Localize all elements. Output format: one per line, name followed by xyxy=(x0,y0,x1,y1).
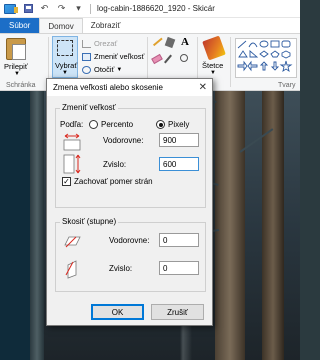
canvas-margin xyxy=(0,91,30,360)
skew-horizontal-input[interactable]: 0 xyxy=(159,233,199,247)
percent-label: Percento xyxy=(101,120,134,129)
tab-home[interactable]: Domov xyxy=(39,18,83,33)
ok-button[interactable]: OK xyxy=(91,304,144,320)
vertical-size-input[interactable]: 600 xyxy=(159,157,199,171)
undo-icon[interactable]: ↶ xyxy=(39,3,50,14)
keep-ratio-checkbox[interactable]: ✓ xyxy=(62,177,71,186)
color-picker-icon[interactable] xyxy=(164,54,172,64)
resize-button[interactable]: Zmeniť veľkosť xyxy=(82,52,144,61)
resize-label: Zmeniť veľkosť xyxy=(94,52,145,61)
select-button[interactable]: Vybrať ▼ xyxy=(52,36,78,78)
chevron-down-icon: ▼ xyxy=(62,70,68,76)
resize-skew-dialog: Zmena veľkosti alebo skosenie ✕ Zmeniť v… xyxy=(46,78,213,326)
title-bar: ↶ ↷ ▾ log-cabin-1886620_1920 - Skicár xyxy=(0,0,300,18)
ribbon-tabs: Súbor Domov Zobraziť xyxy=(0,18,300,33)
horizontal-size-input[interactable]: 900 xyxy=(159,133,199,147)
pixels-label: Pixely xyxy=(168,120,190,129)
cancel-button[interactable]: Zrušiť xyxy=(151,304,204,320)
keep-ratio-label: Zachovať pomer strán xyxy=(74,177,153,186)
clipboard-icon xyxy=(6,38,26,60)
by-label: Podľa: xyxy=(60,120,84,129)
fill-bucket-icon[interactable] xyxy=(164,36,176,49)
save-icon[interactable] xyxy=(24,4,33,13)
brush-icon xyxy=(202,35,226,61)
resize-icon xyxy=(82,52,91,61)
select-label: Vybrať xyxy=(55,61,78,70)
paint-app-icon xyxy=(4,3,18,14)
horizontal-skew-icon xyxy=(64,233,82,251)
ribbon-divider xyxy=(230,37,231,87)
magnifier-icon[interactable] xyxy=(180,54,188,62)
rotate-label: Otočiť xyxy=(94,65,115,74)
title-separator xyxy=(90,3,91,14)
tab-file[interactable]: Súbor xyxy=(0,18,40,33)
selection-rectangle-icon xyxy=(57,40,73,56)
skew-vertical-input[interactable]: 0 xyxy=(159,261,199,275)
skew-group: Skosiť (stupne) Vodorovne: 0 Zvislo: 0 xyxy=(55,217,206,292)
tree-trunk xyxy=(215,91,245,360)
crop-icon xyxy=(82,39,91,48)
crop-label: Orezať xyxy=(94,39,118,48)
skew-section-label: Skosiť (stupne) xyxy=(60,217,119,226)
brushes-label: Štetce xyxy=(202,61,224,70)
chevron-down-icon: ▼ xyxy=(14,71,20,77)
percent-radio[interactable] xyxy=(89,120,98,129)
dialog-title: Zmena veľkosti alebo skosenie xyxy=(53,83,163,92)
eraser-icon[interactable] xyxy=(151,53,163,65)
chevron-down-icon: ▼ xyxy=(116,66,123,73)
vertical-label: Zvislo: xyxy=(103,160,127,169)
paste-label: Prilepiť xyxy=(4,62,28,71)
skew-horizontal-label: Vodorovne: xyxy=(109,236,150,245)
horizontal-label: Vodorovne: xyxy=(103,136,144,145)
customize-toolbar-icon[interactable]: ▾ xyxy=(73,3,84,14)
vertical-resize-icon xyxy=(62,153,82,177)
pixels-radio[interactable] xyxy=(156,120,165,129)
tree-trunk xyxy=(30,91,44,360)
shapes-group-label: Tvary xyxy=(278,82,296,89)
tab-view[interactable]: Zobraziť xyxy=(83,18,129,33)
resize-group: Zmeniť veľkosť Podľa: Percento Pixely Vo… xyxy=(55,103,206,208)
pencil-icon[interactable] xyxy=(152,36,163,47)
rotate-button[interactable]: Otočiť ▼ xyxy=(82,65,122,74)
shapes-icons xyxy=(237,40,293,73)
close-icon[interactable]: ✕ xyxy=(199,82,207,93)
horizontal-resize-icon xyxy=(62,133,82,153)
crop-button[interactable]: Orezať xyxy=(82,39,117,48)
shapes-gallery[interactable] xyxy=(235,38,297,78)
window-title: log-cabin-1886620_1920 - Skicár xyxy=(97,4,215,13)
dialog-title-bar: Zmena veľkosti alebo skosenie xyxy=(47,79,212,96)
chevron-down-icon: ▼ xyxy=(210,70,216,76)
skew-vertical-label: Zvislo: xyxy=(109,264,133,273)
clipboard-group-label: Schránka xyxy=(6,82,36,89)
rotate-icon xyxy=(82,65,91,74)
text-tool-icon[interactable]: A xyxy=(181,36,189,48)
resize-section-label: Zmeniť veľkosť xyxy=(60,103,118,112)
tree-trunk xyxy=(262,91,284,360)
redo-icon[interactable]: ↷ xyxy=(56,3,67,14)
vertical-skew-icon xyxy=(64,259,82,281)
